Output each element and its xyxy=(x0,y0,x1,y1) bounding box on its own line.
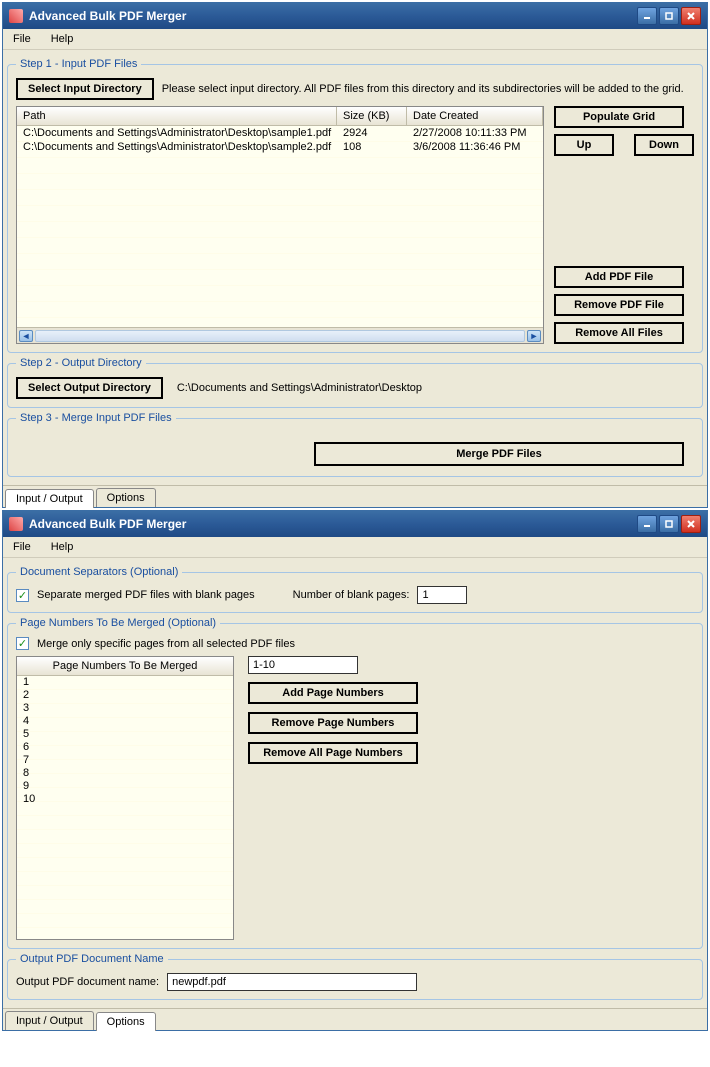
output-name-fieldset: Output PDF Document Name Output PDF docu… xyxy=(7,953,703,1000)
maximize-button[interactable] xyxy=(659,515,679,533)
menubar: File Help xyxy=(3,537,707,558)
grid-header-path[interactable]: Path xyxy=(17,107,337,125)
list-item[interactable]: 6 xyxy=(17,741,233,754)
window-input-output: Advanced Bulk PDF Merger File Help Step … xyxy=(2,2,708,508)
tabstrip: Input / Output Options xyxy=(3,1008,707,1030)
output-name-legend: Output PDF Document Name xyxy=(16,953,168,965)
tabstrip: Input / Output Options xyxy=(3,485,707,507)
list-item[interactable]: 3 xyxy=(17,702,233,715)
table-row[interactable]: C:\Documents and Settings\Administrator\… xyxy=(17,126,543,140)
app-icon xyxy=(9,517,23,531)
remove-all-files-button[interactable]: Remove All Files xyxy=(554,322,684,344)
step2-fieldset: Step 2 - Output Directory Select Output … xyxy=(7,357,703,408)
list-item[interactable]: 9 xyxy=(17,780,233,793)
list-item[interactable]: 2 xyxy=(17,689,233,702)
separators-fieldset: Document Separators (Optional) ✓ Separat… xyxy=(7,566,703,613)
maximize-button[interactable] xyxy=(659,7,679,25)
tab-input-output[interactable]: Input / Output xyxy=(5,1011,94,1030)
app-icon xyxy=(9,9,23,23)
minimize-button[interactable] xyxy=(637,7,657,25)
scroll-left-icon[interactable]: ◄ xyxy=(19,330,33,342)
step1-fieldset: Step 1 - Input PDF Files Select Input Di… xyxy=(7,58,703,353)
list-item[interactable]: 4 xyxy=(17,715,233,728)
menu-file[interactable]: File xyxy=(9,31,35,47)
merge-pdf-files-button[interactable]: Merge PDF Files xyxy=(314,442,684,466)
menu-help[interactable]: Help xyxy=(47,31,78,47)
window-title: Advanced Bulk PDF Merger xyxy=(29,517,186,531)
scroll-track[interactable] xyxy=(35,330,525,342)
window-title: Advanced Bulk PDF Merger xyxy=(29,9,186,23)
add-pdf-file-button[interactable]: Add PDF File xyxy=(554,266,684,288)
step3-legend: Step 3 - Merge Input PDF Files xyxy=(16,412,176,424)
page-numbers-grid-header[interactable]: Page Numbers To Be Merged xyxy=(17,657,233,676)
separate-blank-pages-label: Separate merged PDF files with blank pag… xyxy=(37,589,255,601)
tab-options[interactable]: Options xyxy=(96,488,156,507)
separate-blank-pages-checkbox[interactable]: ✓ xyxy=(16,589,29,602)
input-files-grid[interactable]: Path Size (KB) Date Created C:\Documents… xyxy=(16,106,544,344)
output-name-label: Output PDF document name: xyxy=(16,976,159,988)
remove-page-numbers-button[interactable]: Remove Page Numbers xyxy=(248,712,418,734)
menubar: File Help xyxy=(3,29,707,50)
tab-input-output[interactable]: Input / Output xyxy=(5,489,94,508)
blank-pages-count-label: Number of blank pages: xyxy=(293,589,410,601)
tab-options[interactable]: Options xyxy=(96,1012,156,1031)
page-numbers-legend: Page Numbers To Be Merged (Optional) xyxy=(16,617,220,629)
list-item[interactable]: 5 xyxy=(17,728,233,741)
list-item[interactable]: 1 xyxy=(17,676,233,689)
step2-legend: Step 2 - Output Directory xyxy=(16,357,146,369)
populate-grid-button[interactable]: Populate Grid xyxy=(554,106,684,128)
output-name-input[interactable] xyxy=(167,973,417,991)
grid-header-size[interactable]: Size (KB) xyxy=(337,107,407,125)
titlebar[interactable]: Advanced Bulk PDF Merger xyxy=(3,511,707,537)
add-page-numbers-button[interactable]: Add Page Numbers xyxy=(248,682,418,704)
move-up-button[interactable]: Up xyxy=(554,134,614,156)
minimize-button[interactable] xyxy=(637,515,657,533)
page-range-input[interactable] xyxy=(248,656,358,674)
close-button[interactable] xyxy=(681,515,701,533)
merge-specific-pages-label: Merge only specific pages from all selec… xyxy=(37,638,295,650)
remove-all-page-numbers-button[interactable]: Remove All Page Numbers xyxy=(248,742,418,764)
step1-legend: Step 1 - Input PDF Files xyxy=(16,58,141,70)
step1-hint: Please select input directory. All PDF f… xyxy=(162,83,684,95)
table-row[interactable]: C:\Documents and Settings\Administrator\… xyxy=(17,140,543,154)
menu-help[interactable]: Help xyxy=(47,539,78,555)
select-output-directory-button[interactable]: Select Output Directory xyxy=(16,377,163,399)
list-item[interactable]: 7 xyxy=(17,754,233,767)
grid-header-date[interactable]: Date Created xyxy=(407,107,543,125)
close-button[interactable] xyxy=(681,7,701,25)
step3-fieldset: Step 3 - Merge Input PDF Files Merge PDF… xyxy=(7,412,703,477)
titlebar[interactable]: Advanced Bulk PDF Merger xyxy=(3,3,707,29)
remove-pdf-file-button[interactable]: Remove PDF File xyxy=(554,294,684,316)
move-down-button[interactable]: Down xyxy=(634,134,694,156)
page-numbers-grid[interactable]: Page Numbers To Be Merged 1 2 3 4 5 6 7 … xyxy=(16,656,234,940)
blank-pages-count-input[interactable] xyxy=(417,586,467,604)
output-directory-path: C:\Documents and Settings\Administrator\… xyxy=(177,382,422,394)
horizontal-scrollbar[interactable]: ◄ ► xyxy=(17,327,543,343)
window-options: Advanced Bulk PDF Merger File Help Docum… xyxy=(2,510,708,1031)
menu-file[interactable]: File xyxy=(9,539,35,555)
separators-legend: Document Separators (Optional) xyxy=(16,566,182,578)
list-item[interactable]: 10 xyxy=(17,793,233,806)
scroll-right-icon[interactable]: ► xyxy=(527,330,541,342)
list-item[interactable]: 8 xyxy=(17,767,233,780)
select-input-directory-button[interactable]: Select Input Directory xyxy=(16,78,154,100)
page-numbers-fieldset: Page Numbers To Be Merged (Optional) ✓ M… xyxy=(7,617,703,949)
merge-specific-pages-checkbox[interactable]: ✓ xyxy=(16,637,29,650)
